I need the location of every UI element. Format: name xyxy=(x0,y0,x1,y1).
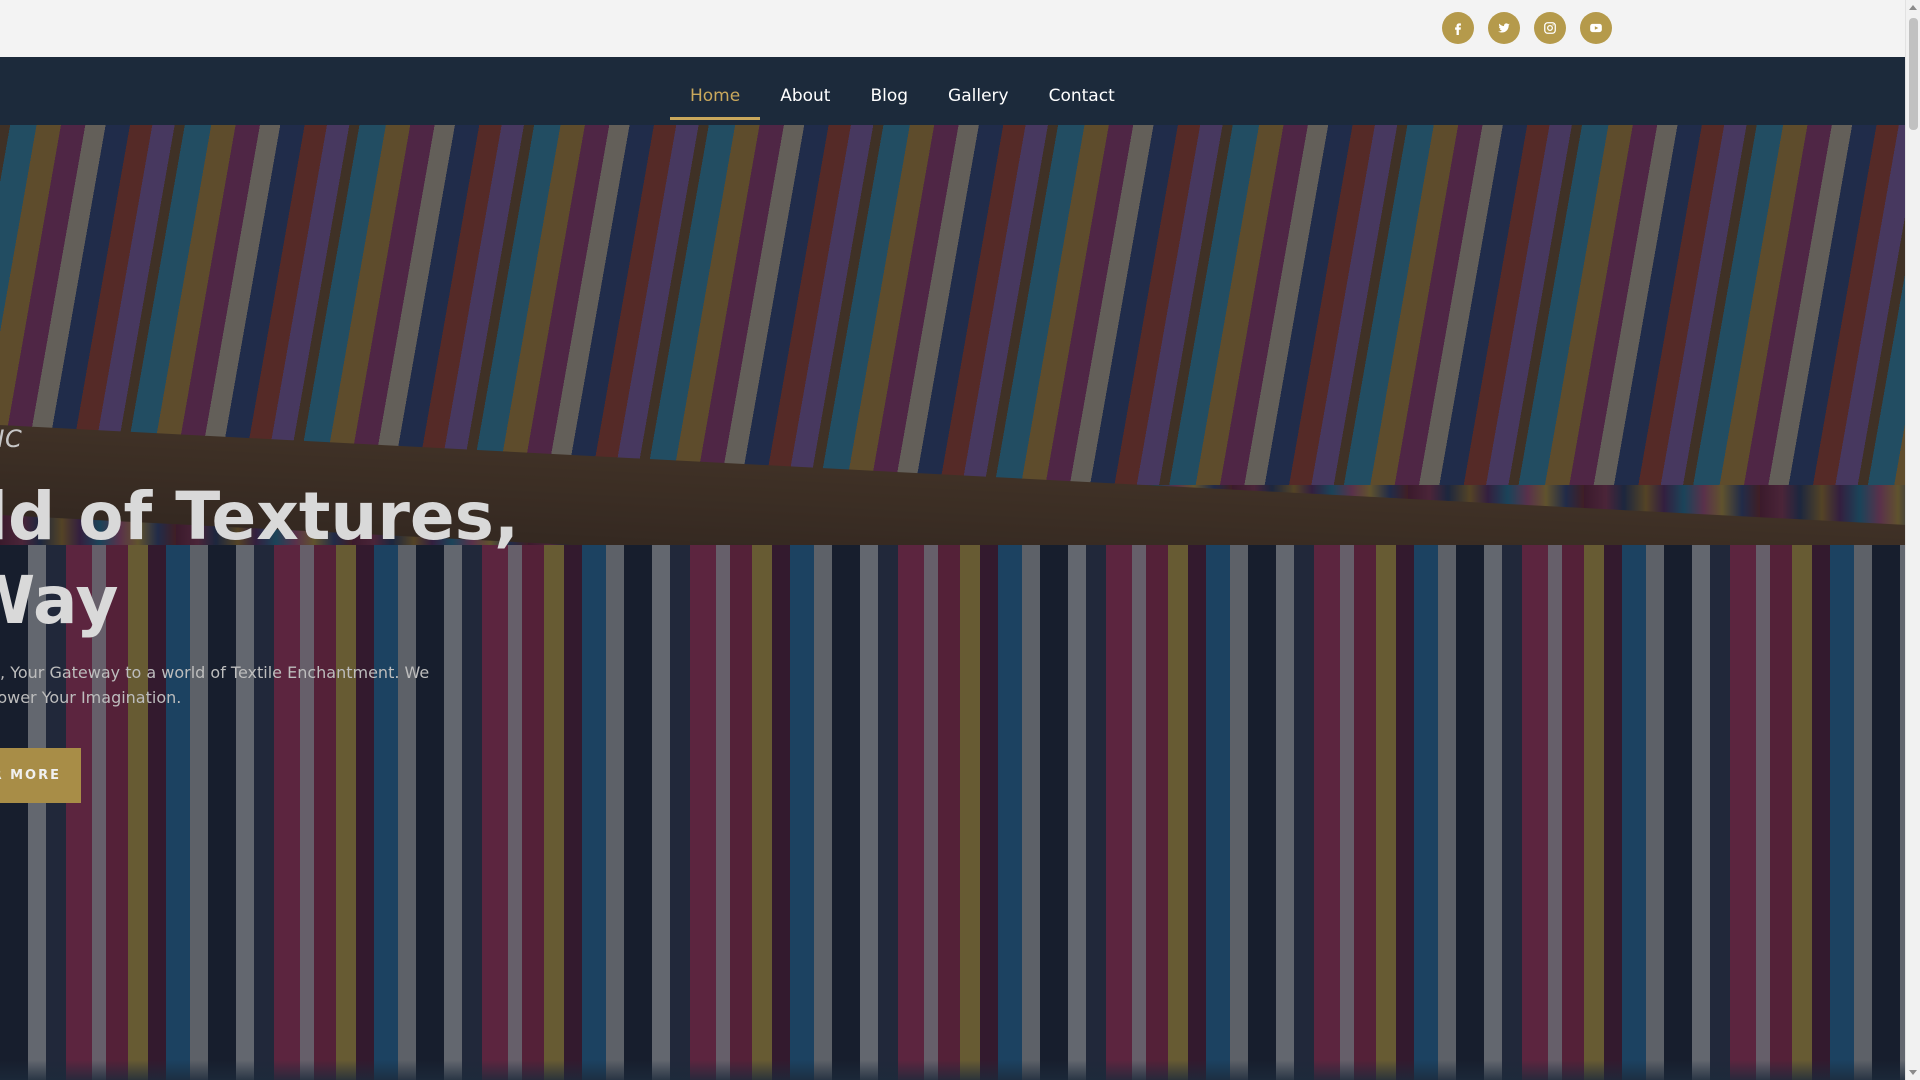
hero-title-line-2: ur Way xyxy=(0,562,119,639)
nav-item-home[interactable]: Home xyxy=(670,62,761,120)
instagram-link[interactable] xyxy=(1534,12,1566,44)
hero-description-line-2: ll Fabric, We Empower Your Imagination. xyxy=(0,688,182,707)
nav-item-blog[interactable]: Blog xyxy=(850,62,928,120)
hero-bottom-strip xyxy=(0,1060,1905,1080)
top-bar xyxy=(0,0,1905,57)
nav-menu: Home About Blog Gallery Contact xyxy=(670,57,1135,125)
twitter-link[interactable] xyxy=(1488,12,1520,44)
page: Home About Blog Gallery Contact NIUM FAB… xyxy=(0,0,1920,1080)
scrollbar-thumb[interactable] xyxy=(1909,18,1918,130)
facebook-icon xyxy=(1451,21,1465,35)
nav-item-contact[interactable]: Contact xyxy=(1029,62,1135,120)
hero-description: Millennium Fabric, Your Gateway to a wor… xyxy=(0,660,560,710)
read-more-button[interactable]: R MORE xyxy=(0,748,81,803)
scroll-up-arrow-icon[interactable] xyxy=(1909,5,1917,10)
nav-item-about[interactable]: About xyxy=(760,62,850,120)
nav-item-gallery[interactable]: Gallery xyxy=(928,62,1029,120)
hero-section: NIUM FABRIC Vorld of Textures, ur Way Mi… xyxy=(0,125,1905,1080)
instagram-icon xyxy=(1543,21,1557,35)
scroll-down-arrow-icon[interactable] xyxy=(1909,1070,1917,1075)
main-navbar: Home About Blog Gallery Contact xyxy=(0,57,1905,125)
hero-kicker: NIUM FABRIC xyxy=(0,425,23,453)
twitter-icon xyxy=(1497,21,1511,35)
hero-title-line-1: Vorld of Textures, xyxy=(0,478,520,555)
social-links xyxy=(1442,12,1612,44)
page-scrollbar[interactable] xyxy=(1905,0,1920,1080)
youtube-link[interactable] xyxy=(1580,12,1612,44)
hero-description-line-1: Millennium Fabric, Your Gateway to a wor… xyxy=(0,663,430,682)
youtube-icon xyxy=(1589,21,1603,35)
hero-title: Vorld of Textures, ur Way xyxy=(0,475,519,643)
facebook-link[interactable] xyxy=(1442,12,1474,44)
